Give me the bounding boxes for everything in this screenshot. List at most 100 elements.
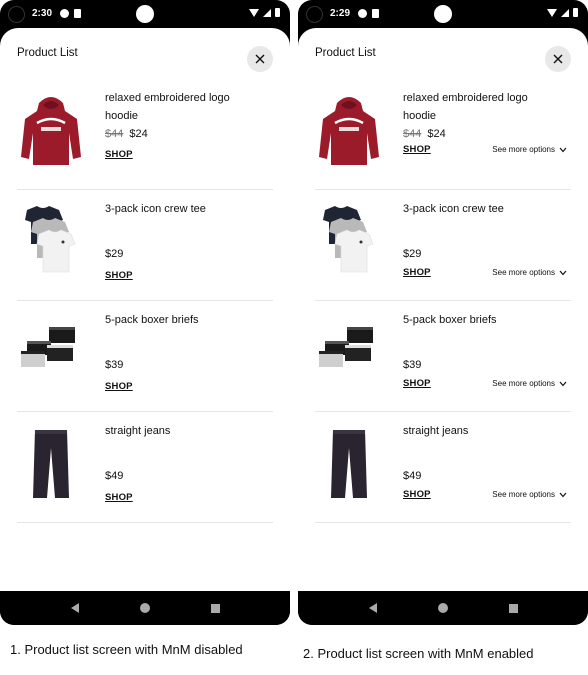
chevron-down-icon — [559, 381, 567, 386]
close-icon — [255, 54, 265, 64]
close-icon — [553, 54, 563, 64]
price: $29 — [403, 248, 422, 260]
product-name: 5-pack boxer briefs — [403, 314, 497, 326]
product-price: $49 — [105, 470, 123, 482]
see-more-label: See more options — [492, 490, 555, 499]
shop-link[interactable]: SHOP — [403, 489, 431, 500]
product-price: $44 $24 — [403, 128, 446, 140]
original-price: $44 — [105, 128, 124, 140]
list-item: 3-pack icon crew tee $29 SHOP See more o… — [315, 190, 571, 301]
status-time: 2:29 — [330, 8, 351, 19]
home-icon[interactable] — [139, 603, 150, 613]
product-name: relaxed embroidered logo hoodie — [403, 92, 528, 122]
list-item: relaxed embroidered logo hoodie $44 $24 S… — [315, 79, 571, 190]
tee-pack-icon — [323, 206, 374, 273]
recent-apps-icon[interactable] — [210, 603, 220, 613]
shop-link[interactable]: SHOP — [105, 270, 133, 281]
product-price: $29 — [403, 248, 421, 260]
product-price: $39 — [105, 359, 123, 371]
list-item: straight jeans $49 SHOP — [17, 412, 273, 523]
signal-icon — [263, 8, 271, 17]
notification-icon — [60, 9, 69, 18]
status-dot-icon — [434, 5, 452, 23]
sale-price: $24 — [129, 128, 148, 140]
product-price: $29 — [105, 248, 123, 260]
product-name: 3-pack icon crew tee — [403, 203, 504, 215]
product-price: $49 — [403, 470, 421, 482]
tee-pack-icon — [25, 206, 76, 273]
phone-screen-mnm-enabled: 2:29 Product List relaxed embroidered lo… — [298, 0, 588, 625]
price: $49 — [403, 470, 422, 482]
status-time: 2:30 — [32, 8, 53, 19]
product-list-sheet: Product List relaxed embroidered logo ho… — [0, 28, 290, 591]
jeans-icon — [331, 430, 367, 498]
close-button[interactable] — [247, 46, 273, 72]
price: $29 — [105, 248, 124, 260]
page-title: Product List — [315, 47, 376, 59]
status-bar: 2:29 — [298, 0, 588, 28]
price: $39 — [403, 359, 422, 371]
see-more-options-button[interactable]: See more options — [492, 268, 567, 277]
see-more-options-button[interactable]: See more options — [492, 490, 567, 499]
phone-screen-mnm-disabled: 2:30 Product List relaxed embroidered lo… — [0, 0, 290, 625]
wifi-icon — [249, 8, 259, 17]
camera-cutout — [306, 6, 323, 23]
see-more-label: See more options — [492, 268, 555, 277]
list-item: 5-pack boxer briefs $39 SHOP See more op… — [315, 301, 571, 412]
boxer-pack-icon — [21, 327, 75, 367]
shop-link[interactable]: SHOP — [403, 378, 431, 389]
caption-mnm-disabled: 1. Product list screen with MnM disabled — [10, 642, 243, 657]
shop-link[interactable]: SHOP — [105, 381, 133, 392]
see-more-options-button[interactable]: See more options — [492, 379, 567, 388]
shop-link[interactable]: SHOP — [105, 149, 133, 160]
home-icon[interactable] — [437, 603, 448, 613]
battery-icon — [573, 8, 578, 17]
shop-link[interactable]: SHOP — [105, 492, 133, 503]
product-name: 3-pack icon crew tee — [105, 203, 206, 215]
price: $49 — [105, 470, 124, 482]
list-item: straight jeans $49 SHOP See more options — [315, 412, 571, 523]
status-bar: 2:30 — [0, 0, 290, 28]
back-icon[interactable] — [368, 603, 377, 613]
sale-price: $24 — [427, 128, 446, 140]
chevron-down-icon — [559, 147, 567, 152]
sd-card-icon — [74, 9, 81, 18]
original-price: $44 — [403, 128, 422, 140]
caption-mnm-enabled: 2. Product list screen with MnM enabled — [303, 646, 534, 661]
product-name: straight jeans — [403, 425, 469, 437]
chevron-down-icon — [559, 270, 567, 275]
navigation-bar — [298, 591, 588, 625]
product-name: relaxed embroidered logo hoodie — [105, 92, 230, 122]
shop-link[interactable]: SHOP — [403, 144, 431, 155]
product-price: $44 $24 — [105, 128, 148, 140]
list-item: 5-pack boxer briefs $39 SHOP — [17, 301, 273, 412]
product-price: $39 — [403, 359, 421, 371]
battery-icon — [275, 8, 280, 17]
recent-apps-icon[interactable] — [508, 603, 518, 613]
chevron-down-icon — [559, 492, 567, 497]
list-item: relaxed embroidered logo hoodie $44 $24 S… — [17, 79, 273, 190]
signal-icon — [561, 8, 569, 17]
product-name: 5-pack boxer briefs — [105, 314, 199, 326]
see-more-label: See more options — [492, 145, 555, 154]
boxer-pack-icon — [319, 327, 373, 367]
see-more-options-button[interactable]: See more options — [492, 145, 567, 154]
wifi-icon — [547, 8, 557, 17]
price: $39 — [105, 359, 124, 371]
notification-icon — [358, 9, 367, 18]
status-dot-icon — [136, 5, 154, 23]
product-list-sheet: Product List relaxed embroidered logo ho… — [298, 28, 588, 591]
red-hoodie-icon — [319, 97, 379, 165]
red-hoodie-icon — [21, 97, 81, 165]
navigation-bar — [0, 591, 290, 625]
camera-cutout — [8, 6, 25, 23]
product-name: straight jeans — [105, 425, 171, 437]
see-more-label: See more options — [492, 379, 555, 388]
page-title: Product List — [17, 47, 78, 59]
jeans-icon — [33, 430, 69, 498]
close-button[interactable] — [545, 46, 571, 72]
sd-card-icon — [372, 9, 379, 18]
list-item: 3-pack icon crew tee $29 SHOP — [17, 190, 273, 301]
back-icon[interactable] — [70, 603, 79, 613]
shop-link[interactable]: SHOP — [403, 267, 431, 278]
